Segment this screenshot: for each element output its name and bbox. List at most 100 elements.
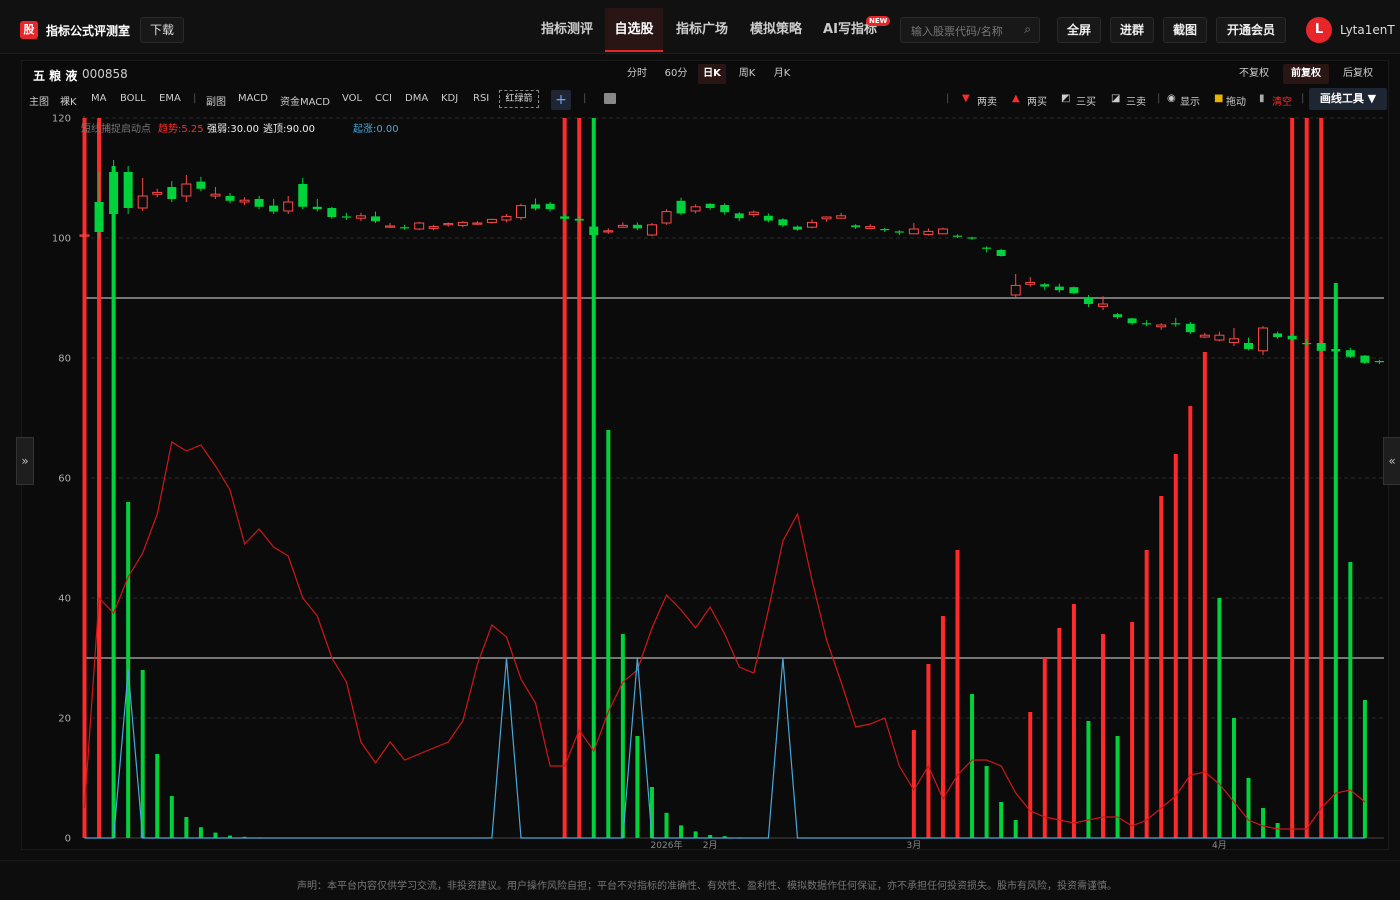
join-group-button[interactable]: 进群 xyxy=(1110,17,1154,43)
expand-left-icon[interactable]: » xyxy=(16,437,34,485)
buy-three-icon[interactable]: ◩ xyxy=(1061,93,1070,104)
signal-bar xyxy=(693,831,698,838)
candle-body xyxy=(341,216,351,218)
y-tick-label: 20 xyxy=(58,714,71,725)
candle-body xyxy=(414,222,425,230)
membership-button[interactable]: 开通会员 xyxy=(1216,17,1286,43)
signal-bar xyxy=(1057,628,1062,838)
lock-icon[interactable]: ■ xyxy=(1214,93,1223,104)
download-button[interactable]: 下载 xyxy=(140,17,184,43)
signal-bar xyxy=(999,802,1004,838)
indicator-kdj[interactable]: KDJ xyxy=(441,93,458,104)
signal-bar xyxy=(940,616,945,838)
tool-show[interactable]: 显示 xyxy=(1180,93,1200,108)
tool-sell-three[interactable]: 三卖 xyxy=(1126,93,1146,108)
avatar[interactable]: L xyxy=(1306,17,1332,43)
candle-body xyxy=(269,205,279,212)
save-icon[interactable] xyxy=(604,93,616,104)
signal-bar xyxy=(1071,604,1076,838)
indicator-sub[interactable]: 副图 xyxy=(206,93,226,108)
candle-body xyxy=(763,215,773,221)
app-logo[interactable]: 股 xyxy=(20,21,38,39)
eye-icon[interactable]: ◉ xyxy=(1167,93,1176,104)
indicator-bare-k[interactable]: 裸K xyxy=(60,93,77,108)
nav-watchlist[interactable]: 自选股 xyxy=(605,8,663,52)
signal-bar xyxy=(1159,496,1164,838)
x-tick-label: 4月 xyxy=(1212,840,1227,851)
y-tick-label: 40 xyxy=(58,594,71,605)
candle-body xyxy=(428,226,439,229)
period-monthly[interactable]: 月K xyxy=(768,64,796,84)
candle-body xyxy=(1054,286,1064,291)
divider: | xyxy=(946,93,950,104)
indicator-vol[interactable]: VOL xyxy=(342,93,362,104)
adjust-none[interactable]: 不复权 xyxy=(1234,64,1274,84)
indicator-ma[interactable]: MA xyxy=(91,93,106,104)
candle-body xyxy=(807,221,817,228)
indicator-macd[interactable]: MACD xyxy=(238,93,268,104)
candle-body xyxy=(1302,343,1312,345)
x-tick-label: 2月 xyxy=(703,840,718,851)
candle-body xyxy=(1010,284,1021,296)
nav-indicator-review[interactable]: 指标测评 xyxy=(533,8,601,52)
tool-buy-three[interactable]: 三买 xyxy=(1076,93,1096,108)
candle-body xyxy=(908,228,919,235)
nav-ai-write-indicator[interactable]: AI写指标 xyxy=(816,8,884,52)
price-chart[interactable]: 0 20 40 60 80 100 120 2026年 2月 3月 4月 短线捕捉启动点 趋势:5.25… xyxy=(21,112,1389,852)
legend-item: 短线捕捉启动点 xyxy=(81,122,151,135)
tool-buy-two[interactable]: 两买 xyxy=(1027,93,1047,108)
red-green-arrow-indicator[interactable]: 红绿箭 xyxy=(499,90,539,108)
nav-simulated-strategy[interactable]: 模拟策略 xyxy=(742,8,810,52)
indicator-boll[interactable]: BOLL xyxy=(120,93,146,104)
stock-search-input[interactable]: 输入股票代码/名称 ⌕ xyxy=(900,17,1040,43)
trend-line xyxy=(83,441,1366,830)
tool-clear[interactable]: 清空 xyxy=(1272,93,1292,108)
nav-indicator-square[interactable]: 指标广场 xyxy=(668,8,736,52)
candle-body xyxy=(1199,334,1210,338)
tool-drag[interactable]: 拖动 xyxy=(1226,93,1246,108)
period-daily[interactable]: 日K xyxy=(698,64,726,84)
sell-three-icon[interactable]: ◪ xyxy=(1111,93,1120,104)
indicator-dma[interactable]: DMA xyxy=(405,93,428,104)
indicator-main[interactable]: 主图 xyxy=(29,93,49,108)
expand-right-icon[interactable]: « xyxy=(1383,437,1400,485)
tool-sell-two[interactable]: 两卖 xyxy=(977,93,997,108)
candle-body xyxy=(953,235,962,237)
username[interactable]: Lyta1enT xyxy=(1340,23,1395,37)
candle-body xyxy=(443,223,454,226)
buy-two-icon[interactable]: ▲ xyxy=(1012,93,1020,104)
adjust-forward[interactable]: 前复权 xyxy=(1283,64,1329,84)
search-icon[interactable]: ⌕ xyxy=(1024,22,1031,37)
signal-bar xyxy=(606,430,611,838)
candle-body xyxy=(239,199,250,203)
fullscreen-button[interactable]: 全屏 xyxy=(1057,17,1101,43)
screenshot-button[interactable]: 截图 xyxy=(1163,17,1207,43)
candle-body xyxy=(1244,343,1253,349)
candle-body xyxy=(123,172,133,208)
indicator-fund-macd[interactable]: 资金MACD xyxy=(280,93,330,108)
signal-bar xyxy=(1362,700,1367,838)
candle-body xyxy=(632,224,642,229)
candle-body xyxy=(923,230,934,235)
draw-tools-dropdown[interactable]: 画线工具 ▼ xyxy=(1309,88,1387,110)
candle-body xyxy=(516,205,526,219)
period-60min[interactable]: 60分 xyxy=(660,64,692,84)
app-title[interactable]: 指标公式评测室 xyxy=(46,22,130,39)
stock-code: 000858 xyxy=(82,67,128,81)
candle-body xyxy=(254,199,264,207)
add-indicator-button[interactable]: + xyxy=(551,90,571,110)
adjust-backward[interactable]: 后复权 xyxy=(1338,64,1378,84)
indicator-ema[interactable]: EMA xyxy=(159,93,181,104)
signal-bar xyxy=(1188,406,1193,838)
candle-body xyxy=(1127,318,1137,324)
candle-body xyxy=(312,206,322,210)
period-weekly[interactable]: 周K xyxy=(733,64,761,84)
period-intraday[interactable]: 分时 xyxy=(622,64,652,84)
indicator-rsi[interactable]: RSI xyxy=(473,93,489,104)
candle-body xyxy=(748,211,759,216)
trash-icon[interactable]: ▮ xyxy=(1259,93,1265,104)
signal-bar xyxy=(984,766,989,838)
indicator-cci[interactable]: CCI xyxy=(375,93,392,104)
candle-body xyxy=(137,195,148,209)
sell-two-icon[interactable]: ▼ xyxy=(962,93,970,104)
